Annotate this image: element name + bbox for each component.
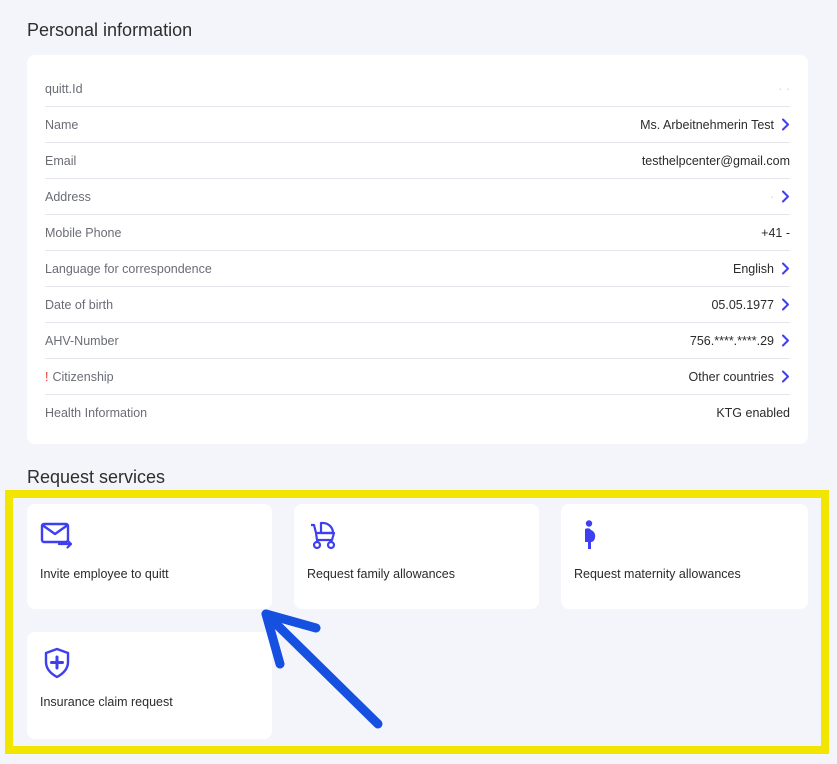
chevron-right-icon[interactable] xyxy=(776,334,790,347)
info-row-citizenship[interactable]: ! Citizenship Other countries xyxy=(45,359,790,395)
info-value: · xyxy=(769,189,774,204)
info-value: Other countries xyxy=(688,369,774,384)
info-label: Language for correspondence xyxy=(45,261,212,276)
info-label: Address xyxy=(45,189,91,204)
info-value: KTG enabled xyxy=(716,406,790,420)
service-card-invite-employee[interactable]: Invite employee to quitt xyxy=(27,504,272,609)
service-card-family-allowances[interactable]: Request family allowances xyxy=(294,504,539,609)
info-row-address[interactable]: Address · xyxy=(45,179,790,215)
info-label: AHV-Number xyxy=(45,333,119,348)
info-label: Health Information xyxy=(45,406,148,420)
info-value: testhelpcenter@gmail.com xyxy=(641,153,790,168)
service-card-maternity-allowances[interactable]: Request maternity allowances xyxy=(561,504,808,609)
info-row-mobile-phone: Mobile Phone +41 - xyxy=(45,215,790,251)
info-row-ahv-number[interactable]: AHV-Number 756.****.****.29 xyxy=(45,323,790,359)
chevron-right-icon[interactable] xyxy=(776,190,790,203)
info-value: Ms. Arbeitnehmerin Test xyxy=(640,117,774,132)
service-card-insurance-claim[interactable]: Insurance claim request xyxy=(27,632,272,739)
chevron-right-icon[interactable] xyxy=(776,262,790,275)
service-label: Invite employee to quitt xyxy=(40,567,169,581)
personal-info-card: quitt.Id · · Name Ms. Arbeitnehmerin Tes… xyxy=(27,55,808,444)
chevron-right-icon[interactable] xyxy=(776,298,790,311)
chevron-right-icon[interactable] xyxy=(776,370,790,383)
info-label: quitt.Id xyxy=(45,81,83,96)
warning-mark: ! xyxy=(45,369,49,384)
section-title-request-services: Request services xyxy=(27,467,166,487)
info-row-language[interactable]: Language for correspondence English xyxy=(45,251,790,287)
info-row-email: Email testhelpcenter@gmail.com xyxy=(45,143,790,179)
info-value: English xyxy=(733,261,774,276)
mail-forward-icon xyxy=(40,519,259,553)
info-label: Citizenship xyxy=(52,369,114,384)
section-title-personal-information: Personal information xyxy=(27,20,193,40)
service-label: Request maternity allowances xyxy=(574,567,741,581)
pregnant-icon xyxy=(574,519,795,553)
info-row-name[interactable]: Name Ms. Arbeitnehmerin Test xyxy=(45,107,790,143)
chevron-right-icon[interactable] xyxy=(776,118,790,131)
info-label: Date of birth xyxy=(45,297,114,312)
service-label: Insurance claim request xyxy=(40,695,173,709)
info-label: Name xyxy=(45,117,79,132)
info-label: Email xyxy=(45,153,77,168)
info-value: 05.05.1977 xyxy=(711,297,774,312)
shield-plus-icon xyxy=(40,647,259,681)
info-value: 756.****.****.29 xyxy=(689,333,774,348)
info-value: · · xyxy=(778,81,790,96)
info-label: Mobile Phone xyxy=(45,225,122,240)
stroller-icon xyxy=(307,519,526,553)
service-label: Request family allowances xyxy=(307,567,455,581)
info-value: +41 - xyxy=(761,225,790,240)
info-row-quitt-id: quitt.Id · · xyxy=(45,71,790,107)
info-row-health-information: Health Information KTG enabled xyxy=(45,395,790,431)
info-row-date-of-birth[interactable]: Date of birth 05.05.1977 xyxy=(45,287,790,323)
